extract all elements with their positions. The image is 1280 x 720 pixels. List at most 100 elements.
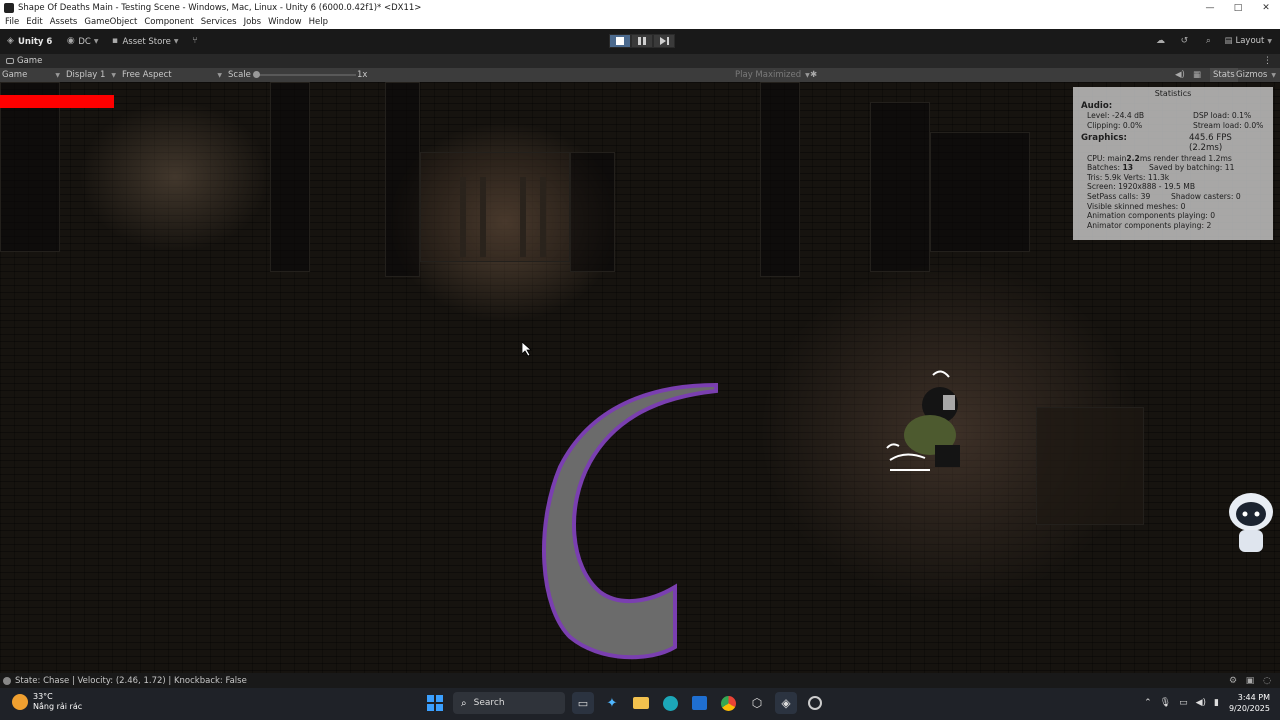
menu-assets[interactable]: Assets xyxy=(50,17,78,27)
stats-row: Level: -24.4 dB DSP load: 0.1% xyxy=(1081,111,1265,121)
profiler-icon[interactable]: ⚙ xyxy=(1226,676,1240,686)
more-options-icon[interactable]: ⋮ xyxy=(1263,56,1272,66)
menu-gameobject[interactable]: GameObject xyxy=(84,17,137,27)
task-view-icon[interactable]: ▭ xyxy=(572,692,594,714)
step-icon xyxy=(659,37,669,45)
play-maximized-dropdown[interactable]: Play Maximized ▼ xyxy=(735,68,810,82)
window-controls: — □ ✕ xyxy=(1196,0,1280,15)
gizmos-dropdown[interactable]: Gizmos ▼ xyxy=(1236,68,1276,82)
audio-clipping: Clipping: 0.0% xyxy=(1087,120,1143,130)
player-health-bar xyxy=(0,95,114,108)
menu-jobs[interactable]: Jobs xyxy=(244,17,262,27)
cloud-icon[interactable]: ☁ xyxy=(1150,35,1170,47)
display-icon[interactable]: ▭ xyxy=(1179,698,1188,708)
minimize-button[interactable]: — xyxy=(1196,0,1224,15)
gamepad-icon xyxy=(6,58,14,64)
edge-browser-icon[interactable] xyxy=(659,692,681,714)
graphics-header: Graphics: 445.6 FPS (2.2ms) xyxy=(1081,134,1265,153)
menu-window[interactable]: Window xyxy=(268,17,302,27)
close-button[interactable]: ✕ xyxy=(1252,0,1280,15)
tab-game[interactable]: Game xyxy=(6,56,42,66)
play-button[interactable] xyxy=(609,34,631,48)
clock[interactable]: 3:44 PM 9/20/2025 xyxy=(1229,692,1270,714)
game-mode-label: Game xyxy=(2,70,28,80)
taskbar-search[interactable]: ⌕ Search xyxy=(453,692,565,714)
weather-widget[interactable]: 33°C Nắng rải rác xyxy=(12,692,82,712)
scale-value: 1x xyxy=(357,70,368,80)
bug-icon[interactable]: ✱ xyxy=(810,68,817,82)
menu-help[interactable]: Help xyxy=(309,17,328,27)
grid-icon[interactable]: ▦ xyxy=(1193,68,1201,82)
menu-file[interactable]: File xyxy=(5,17,19,27)
audio-heading: Audio: xyxy=(1081,100,1113,111)
unity-editor-icon[interactable]: ◈ xyxy=(775,692,797,714)
refresh-icon[interactable]: ◌ xyxy=(1260,676,1274,686)
game-viewport[interactable]: Statistics Audio: Level: -24.4 dB DSP lo… xyxy=(0,82,1280,673)
step-button[interactable] xyxy=(653,34,675,48)
aspect-dropdown[interactable]: Free Aspect ▼ xyxy=(122,68,222,82)
chrome-icon[interactable] xyxy=(717,692,739,714)
layout-label: Layout xyxy=(1235,36,1265,46)
shadow-casters: Shadow casters: 0 xyxy=(1171,191,1241,201)
start-button[interactable] xyxy=(424,692,446,714)
search-icon[interactable]: ⌕ xyxy=(1198,35,1218,47)
chevron-down-icon: ▼ xyxy=(1267,37,1272,45)
search-icon: ⌕ xyxy=(461,697,467,709)
menu-services[interactable]: Services xyxy=(201,17,237,27)
account-dropdown[interactable]: ◉ DC ▼ xyxy=(66,36,99,47)
unity-logo-icon: ◈ xyxy=(7,36,14,46)
wall-alcove xyxy=(270,82,310,272)
toolbar-right: ☁ ↺ ⌕ ▤ Layout ▼ xyxy=(1146,35,1272,47)
play-controls xyxy=(609,34,675,48)
stats-button[interactable]: Stats xyxy=(1210,68,1238,82)
wall-alcove xyxy=(760,82,800,277)
menu-component[interactable]: Component xyxy=(144,17,193,27)
account-icon: ◉ xyxy=(66,36,75,46)
window-bars xyxy=(460,177,546,257)
chevron-up-icon[interactable]: ⌃ xyxy=(1144,698,1152,708)
scale-label: Scale xyxy=(228,70,251,80)
maximize-button[interactable]: □ xyxy=(1224,0,1252,15)
console-status-message[interactable]: State: Chase | Velocity: (2.46, 1.72) | … xyxy=(15,676,247,686)
microphone-icon[interactable]: 🎙 xyxy=(1160,698,1171,708)
battery-icon[interactable]: ▮ xyxy=(1214,698,1219,708)
skinned-meshes: Visible skinned meshes: 0 xyxy=(1087,201,1186,211)
asset-store-label: Asset Store xyxy=(122,36,171,47)
lock-icon[interactable]: ▣ xyxy=(1243,676,1257,686)
volume-icon[interactable]: ◀) xyxy=(1196,698,1206,708)
version-control-button[interactable]: ⑂ xyxy=(191,37,203,46)
menu-edit[interactable]: Edit xyxy=(26,17,42,27)
doorway xyxy=(1036,407,1144,525)
dsp-load: DSP load: 0.1% xyxy=(1193,111,1252,121)
wall-alcove xyxy=(930,132,1030,252)
copilot-icon[interactable]: ✦ xyxy=(601,692,623,714)
batches-count: 13 xyxy=(1122,163,1134,173)
stats-row: CPU: main 2.2 ms render thread 1.2ms xyxy=(1081,154,1265,164)
history-icon[interactable]: ↺ xyxy=(1174,35,1194,47)
game-mode-dropdown[interactable]: Game ▼ xyxy=(2,68,60,82)
clock-time: 3:44 PM xyxy=(1237,693,1270,702)
outlook-icon[interactable] xyxy=(688,692,710,714)
status-bar-right: ⚙ ▣ ◌ xyxy=(1223,676,1274,686)
chevron-down-icon: ▼ xyxy=(217,71,222,79)
animation-components: Animation components playing: 0 xyxy=(1087,211,1216,221)
chevron-down-icon: ▼ xyxy=(55,71,60,79)
scale-slider-track[interactable] xyxy=(256,74,356,76)
asset-store-dropdown[interactable]: ▪ Asset Store ▼ xyxy=(110,36,179,47)
file-explorer-icon[interactable] xyxy=(630,692,652,714)
wall-alcove xyxy=(870,102,930,272)
saved-by-batching: Saved by batching: 11 xyxy=(1149,163,1235,173)
layout-dropdown[interactable]: ▤ Layout ▼ xyxy=(1224,36,1272,46)
audio-mute-icon[interactable]: ◀) xyxy=(1175,68,1185,82)
aspect-label: Free Aspect xyxy=(122,70,172,80)
unity-hub-icon[interactable]: ⬡ xyxy=(746,692,768,714)
display-dropdown[interactable]: Display 1 ▼ xyxy=(66,68,116,82)
pause-button[interactable] xyxy=(631,34,653,48)
unity-hub-button[interactable]: ◈ Unity 6 xyxy=(6,37,52,47)
setpass-calls: SetPass calls: 39 xyxy=(1087,191,1151,201)
github-desktop-icon[interactable] xyxy=(804,692,826,714)
unity-label: Unity 6 xyxy=(18,36,53,47)
graphics-heading: Graphics: xyxy=(1081,133,1127,144)
menu-bar: File Edit Assets GameObject Component Se… xyxy=(0,15,1280,29)
scale-slider-thumb[interactable] xyxy=(253,71,260,78)
